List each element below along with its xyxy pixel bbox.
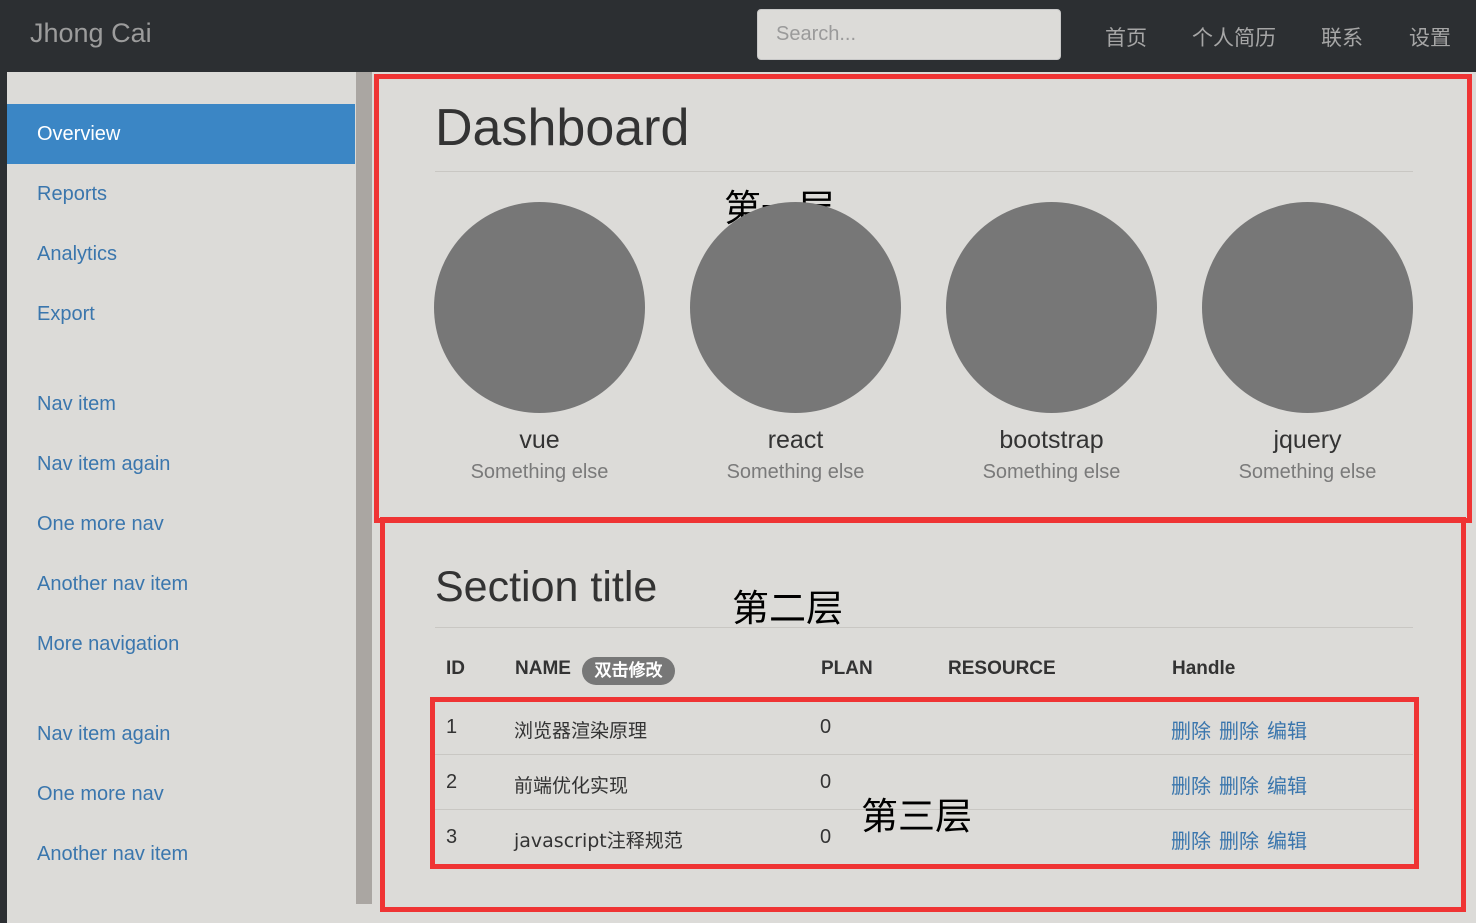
edit-link[interactable]: 编辑 [1267,715,1307,744]
cell-id: 2 [446,771,458,793]
column-header-plan: PLAN [821,658,873,679]
placeholder-image-vue [434,202,645,413]
placeholder-title-bootstrap: bootstrap [999,426,1104,454]
column-header-resource: RESOURCE [948,658,1056,679]
annotation-layer-3: 第三层 [861,795,972,838]
placeholder-subtitle: Something else [470,461,609,483]
cell-plan: 0 [820,771,832,793]
cell-plan: 0 [820,826,832,848]
nav-link-home[interactable]: 首页 [1105,22,1147,52]
column-header-id: ID [446,658,465,679]
delete-link[interactable]: 删除 [1219,770,1259,799]
section-divider [435,627,1413,628]
sidebar-item-more-navigation[interactable]: More navigation [7,614,355,674]
placeholder-subtitle: Something else [982,461,1121,483]
nav-link-contact[interactable]: 联系 [1321,22,1363,52]
sidebar-item-reports[interactable]: Reports [7,164,355,224]
placeholder-subtitle: Something else [1238,461,1377,483]
sidebar-item-overview[interactable]: Overview [7,104,355,164]
sidebar-scrollbar[interactable] [356,72,372,904]
sidebar-item-analytics[interactable]: Analytics [7,224,355,284]
cell-name[interactable]: 前端优化实现 [514,771,628,798]
edit-link[interactable]: 编辑 [1267,770,1307,799]
delete-link[interactable]: 删除 [1171,770,1211,799]
cell-name[interactable]: javascript注释规范 [514,826,683,853]
top-navbar: Jhong Cai 首页 个人简历 联系 设置 [0,0,1476,72]
sidebar: Overview Reports Analytics Export Nav it… [7,72,356,923]
delete-link[interactable]: 删除 [1219,825,1259,854]
section-title: Section title [435,563,658,611]
sidebar-item-export[interactable]: Export [7,284,355,344]
cell-id: 3 [446,826,458,848]
placeholder-title-vue: vue [519,426,560,454]
placeholder-image-react [690,202,901,413]
placeholder-image-jquery [1202,202,1413,413]
title-divider [435,171,1413,172]
cell-name[interactable]: 浏览器渲染原理 [514,716,647,743]
sidebar-item-nav-item-again[interactable]: Nav item again [7,434,355,494]
sidebar-item-another-nav-item[interactable]: Another nav item [7,554,355,614]
brand-logo[interactable]: Jhong Cai [30,18,152,49]
column-header-handle: Handle [1172,658,1236,679]
scrollbar-gap [356,904,372,923]
table-header-divider [435,698,1413,700]
delete-link[interactable]: 删除 [1171,825,1211,854]
edit-hint-badge: 双击修改 [582,657,675,685]
sidebar-item-one-more-nav[interactable]: One more nav [7,494,355,554]
sidebar-item-nav-item-again-2[interactable]: Nav item again [7,704,355,764]
search-input[interactable] [757,9,1061,60]
placeholder-image-bootstrap [946,202,1157,413]
delete-link[interactable]: 删除 [1219,715,1259,744]
sidebar-item-nav-item[interactable]: Nav item [7,374,355,434]
placeholder-title-react: react [767,426,824,454]
column-header-name: NAME [515,658,571,679]
nav-link-settings[interactable]: 设置 [1409,22,1451,52]
sidebar-item-one-more-nav-2[interactable]: One more nav [7,764,355,824]
annotation-layer-2: 第二层 [732,587,843,630]
left-edge-strip [0,72,7,923]
page-title: Dashboard [435,99,690,157]
cell-plan: 0 [820,716,832,738]
placeholder-subtitle: Something else [726,461,865,483]
delete-link[interactable]: 删除 [1171,715,1211,744]
sidebar-item-another-nav-item-2[interactable]: Another nav item [7,824,355,884]
edit-link[interactable]: 编辑 [1267,825,1307,854]
cell-id: 1 [446,716,458,738]
nav-link-resume[interactable]: 个人简历 [1192,22,1276,52]
placeholder-title-jquery: jquery [1273,426,1342,454]
row-divider [435,754,1413,755]
